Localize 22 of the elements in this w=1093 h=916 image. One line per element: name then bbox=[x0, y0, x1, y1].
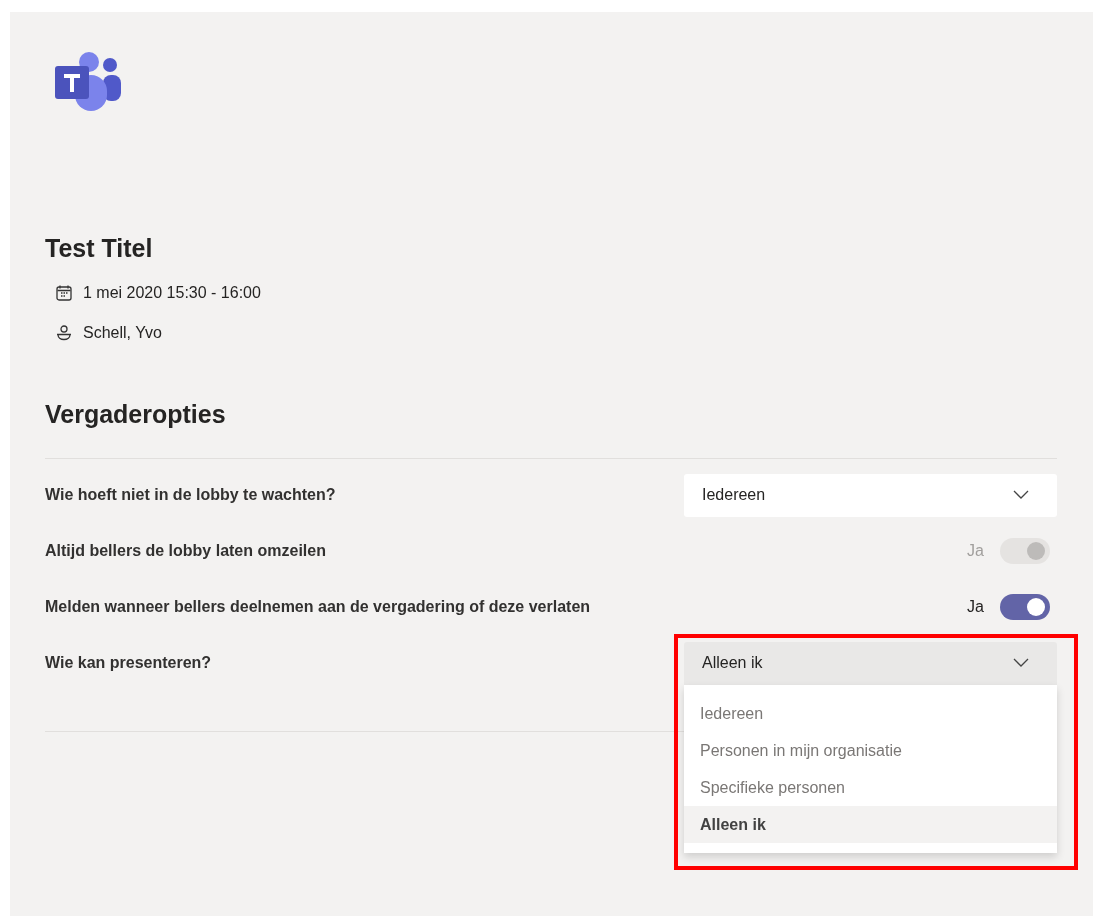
section-title: Vergaderopties bbox=[45, 399, 227, 430]
meeting-title: Test Titel bbox=[45, 233, 154, 264]
dropdown-option[interactable]: Iedereen bbox=[684, 694, 1057, 732]
teams-logo-icon bbox=[55, 52, 121, 114]
chevron-down-icon bbox=[1013, 490, 1029, 500]
toggle-state-label: Ja bbox=[967, 598, 984, 616]
meeting-date: 1 mei 2020 15:30 - 16:00 bbox=[83, 283, 261, 303]
calendar-icon bbox=[55, 284, 73, 302]
dropdown-option[interactable]: Personen in mijn organisatie bbox=[684, 731, 1057, 769]
dropdown-option[interactable]: Specifieke personen bbox=[684, 768, 1057, 806]
dropdown[interactable]: Iedereen bbox=[684, 473, 1057, 517]
option-label: Melden wanneer bellers deelnemen aan de vergadering of deze verlaten bbox=[45, 598, 591, 616]
option-label: Wie hoeft niet in de lobby te wachten? bbox=[45, 486, 336, 504]
toggle-switch[interactable] bbox=[1000, 594, 1050, 620]
toggle-state-label: Ja bbox=[967, 542, 984, 560]
dropdown[interactable]: Alleen ik bbox=[684, 641, 1057, 685]
person-icon bbox=[55, 324, 73, 342]
option-label: Altijd bellers de lobby laten omzeilen bbox=[45, 542, 326, 560]
option-label: Wie kan presenteren? bbox=[45, 654, 212, 672]
chevron-down-icon bbox=[1013, 658, 1029, 668]
dropdown-option[interactable]: Alleen ik bbox=[684, 805, 1057, 843]
organizer-name: Schell, Yvo bbox=[83, 323, 162, 343]
